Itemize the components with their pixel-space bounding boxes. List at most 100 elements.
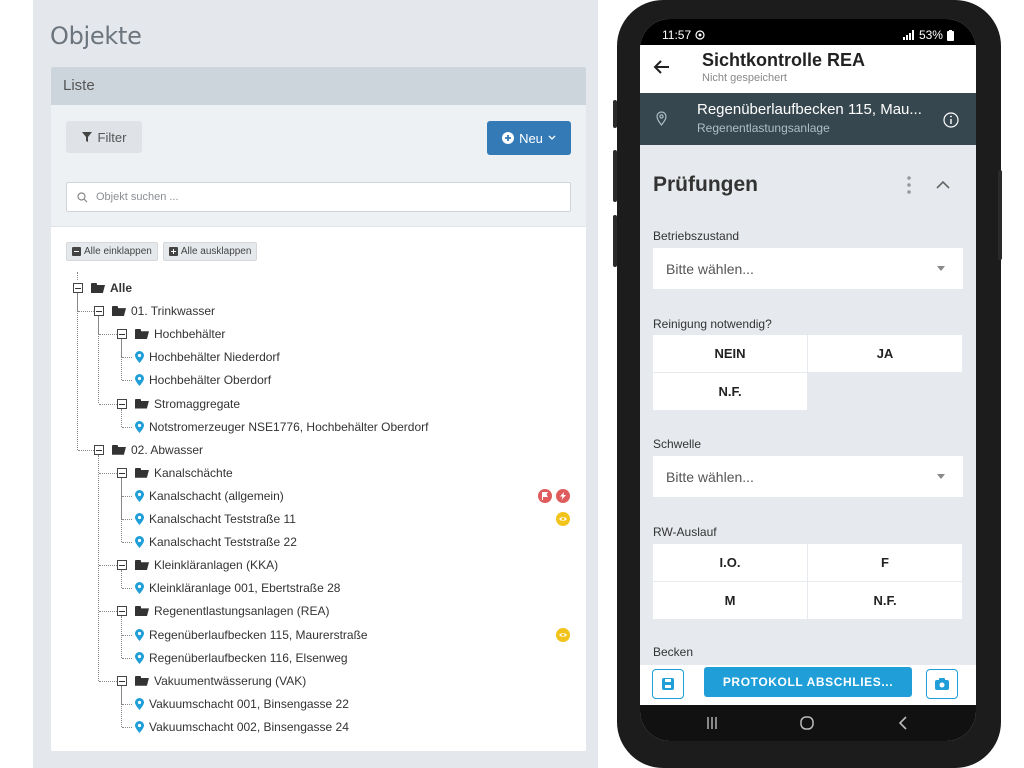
tree-folder-item[interactable]: Kanalschächte — [135, 465, 233, 481]
tree-folder-item[interactable]: Kleinkläranlagen (KKA) — [135, 557, 278, 573]
tree-connector — [122, 588, 132, 590]
app-title: Sichtkontrolle REA — [702, 50, 866, 70]
more-vertical-icon[interactable] — [906, 175, 912, 195]
tree-object-item[interactable]: Hochbehälter Niederdorf — [135, 349, 280, 365]
tree-object-item[interactable]: Kleinkläranlage 001, Ebertstraße 28 — [135, 580, 340, 596]
tree-folder-item[interactable]: Regenentlastungsanlagen (REA) — [135, 603, 329, 619]
rw-auslauf-option-m[interactable]: M — [653, 582, 807, 619]
betriebszustand-label: Betriebszustand — [653, 229, 740, 243]
eye-icon[interactable] — [556, 627, 570, 642]
phone-side-button — [613, 100, 617, 128]
tree-connector — [77, 272, 78, 280]
tree-item-label: Vakuumschacht 002, Binsengasse 24 — [149, 719, 349, 734]
tree-item-label: Vakuumentwässerung (VAK) — [154, 673, 307, 688]
form-content: Prüfungen Betriebszustand Bitte wählen..… — [640, 145, 976, 665]
battery-icon — [946, 29, 954, 41]
betriebszustand-value: Bitte wählen... — [666, 260, 754, 277]
signal-icon — [902, 30, 914, 40]
rw-auslauf-option-io[interactable]: I.O. — [653, 544, 807, 581]
chevron-up-icon[interactable] — [936, 180, 950, 189]
reinigung-option-nein[interactable]: NEIN — [653, 335, 807, 372]
tree-folder-item[interactable]: Stromaggregate — [135, 396, 240, 412]
becken-label: Becken — [653, 645, 694, 659]
tree-connector — [99, 403, 117, 405]
tree-object-item[interactable]: Regenüberlaufbecken 115, Maurerstraße — [135, 627, 368, 643]
tree-item-label: Kanalschacht Teststraße 11 — [149, 512, 296, 526]
home-icon[interactable] — [799, 715, 815, 731]
collapse-toggle-icon[interactable] — [94, 306, 104, 317]
bolt-icon[interactable] — [556, 488, 570, 503]
tree-folder-item[interactable]: Hochbehälter — [135, 326, 225, 342]
collapse-toggle-icon[interactable] — [117, 329, 127, 340]
save-button[interactable] — [652, 669, 684, 699]
tree-folder-item[interactable]: Alle — [91, 280, 132, 296]
folder-open-icon — [112, 444, 126, 455]
tree-connector — [121, 477, 122, 543]
rw-auslauf-option-f[interactable]: F — [808, 544, 962, 581]
tree-object-item[interactable]: Vakuumschacht 001, Binsengasse 22 — [135, 696, 349, 712]
tree-connector — [99, 611, 117, 613]
tree-item-label: Hochbehälter Niederdorf — [149, 350, 280, 365]
tree-object-item[interactable]: Kanalschacht (allgemein) — [135, 488, 284, 504]
flag-icon-glyph — [542, 491, 548, 500]
finish-protocol-button[interactable]: PROTOKOLL ABSCHLIES... — [704, 667, 912, 697]
collapse-toggle-icon[interactable] — [73, 283, 83, 293]
object-subtitle: Regenentlastungsanlage — [697, 121, 830, 135]
tree-connector — [121, 339, 122, 381]
recent-apps-icon[interactable] — [706, 716, 718, 730]
reinigung-option-ja[interactable]: JA — [808, 335, 962, 372]
collapse-toggle-icon[interactable] — [117, 398, 127, 409]
camera-button[interactable] — [926, 669, 958, 699]
eye-icon[interactable] — [556, 512, 570, 526]
map-pin-icon — [135, 582, 144, 595]
tree-item-label: Kanalschacht Teststraße 22 — [149, 535, 297, 550]
folder-open-icon — [135, 560, 149, 570]
page-title: Objekte — [50, 22, 142, 50]
tree-folder-item[interactable]: 01. Trinkwasser — [112, 303, 215, 319]
tree-connector — [121, 616, 122, 658]
tree-connector — [122, 726, 132, 728]
tree-object-item[interactable]: Kanalschacht Teststraße 22 — [135, 534, 297, 550]
flag-icon[interactable] — [538, 488, 552, 503]
tree-object-item[interactable]: Notstromerzeuger NSE1776, Hochbehälter O… — [135, 419, 428, 435]
tree-connector — [122, 519, 132, 520]
back-arrow-icon[interactable] — [652, 57, 672, 77]
betriebszustand-select[interactable]: Bitte wählen... — [653, 248, 963, 289]
tree-item-label: Kleinkläranlage 001, Ebertstraße 28 — [149, 581, 341, 596]
location-outline-icon — [656, 111, 667, 126]
reinigung-option-nf[interactable]: N.F. — [653, 373, 807, 410]
back-nav-icon[interactable] — [898, 715, 908, 731]
object-tree: Alle 01. Trinkwasser Hochbehälter Hochbehäl… — [51, 67, 586, 751]
folder-open-icon — [91, 283, 105, 293]
folder-open-icon — [135, 606, 149, 616]
info-icon[interactable] — [943, 112, 959, 128]
map-pin-icon — [135, 628, 144, 641]
tree-object-item[interactable]: Hochbehälter Oberdorf — [135, 372, 271, 388]
object-info-bar[interactable]: Regenüberlaufbecken 115, Mau... Regenent… — [640, 93, 976, 145]
collapse-toggle-icon[interactable] — [117, 560, 127, 571]
tree-item-label: Notstromerzeuger NSE1776, Hochbehälter O… — [149, 419, 429, 434]
tree-folder-item[interactable]: Vakuumentwässerung (VAK) — [135, 673, 306, 689]
dropdown-caret-icon — [937, 474, 945, 479]
save-status: Nicht gespeichert — [702, 72, 787, 84]
objects-list-card: Liste Filter Neu Alle einklappen Alle au… — [51, 67, 586, 751]
collapse-toggle-icon[interactable] — [117, 606, 127, 617]
tree-object-item[interactable]: Kanalschacht Teststraße 11 — [135, 511, 296, 527]
collapse-toggle-icon[interactable] — [117, 675, 127, 686]
collapse-toggle-icon[interactable] — [117, 467, 127, 478]
folder-open-icon — [135, 675, 149, 686]
eye-icon-glyph — [559, 517, 567, 521]
rw-auslauf-option-nf[interactable]: N.F. — [808, 582, 962, 619]
tree-object-item[interactable]: Vakuumschacht 002, Binsengasse 24 — [135, 719, 349, 735]
tree-connector — [122, 426, 132, 428]
tree-folder-item[interactable]: 02. Abwasser — [112, 442, 203, 458]
save-icon — [662, 678, 674, 690]
folder-open-icon — [135, 329, 149, 339]
tree-object-item[interactable]: Regenüberlaufbecken 116, Elsenweg — [135, 650, 348, 666]
tree-item-label: Kanalschacht (allgemein) — [149, 488, 284, 503]
schwelle-select[interactable]: Bitte wählen... — [653, 456, 963, 497]
bottom-action-bar: PROTOKOLL ABSCHLIES... — [640, 665, 976, 705]
collapse-toggle-icon[interactable] — [94, 444, 104, 455]
schwelle-value: Bitte wählen... — [666, 468, 754, 485]
map-pin-icon — [135, 420, 144, 433]
